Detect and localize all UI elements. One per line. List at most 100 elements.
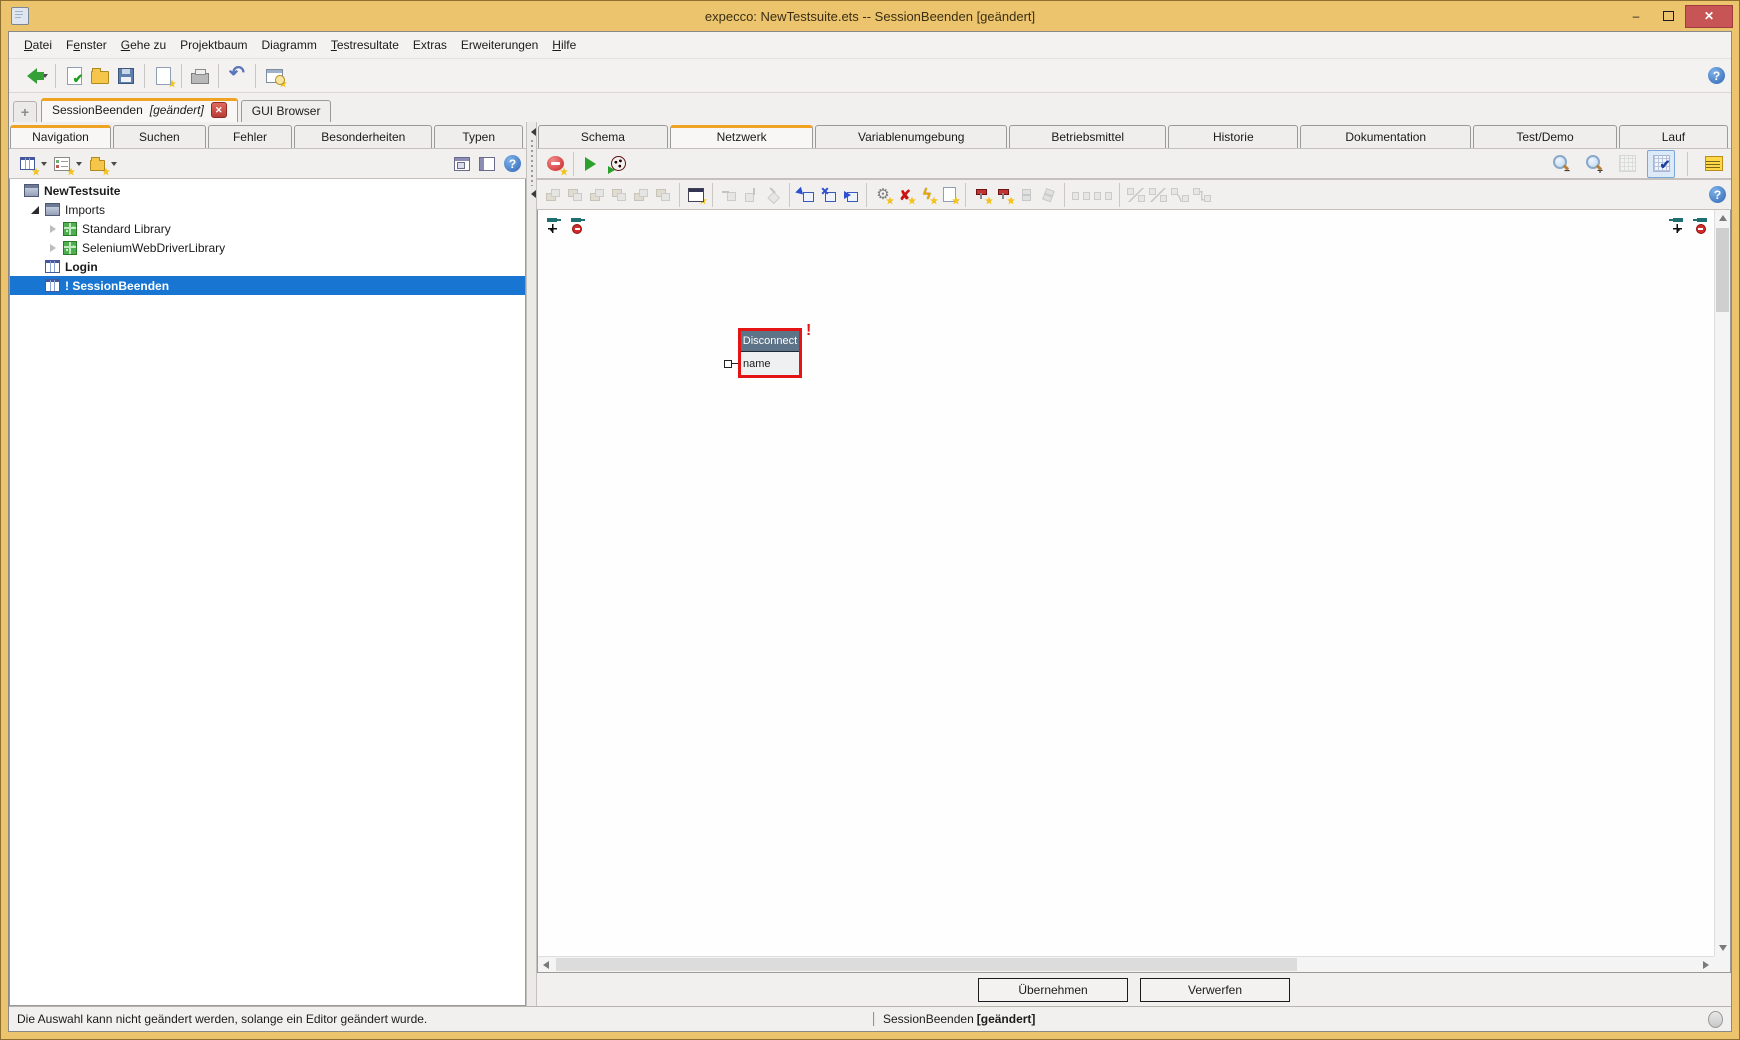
menu-testresultate[interactable]: Testresultate <box>324 34 406 56</box>
resize-grip-icon[interactable] <box>1708 1011 1723 1028</box>
menu-erweiterungen[interactable]: Erweiterungen <box>454 34 545 56</box>
tab-fehler[interactable]: Fehler <box>208 125 292 148</box>
tab-betriebsmittel[interactable]: Betriebsmittel <box>1009 125 1166 148</box>
line-orthogonal-icon[interactable] <box>1191 184 1213 206</box>
tab-dokumentation[interactable]: Dokumentation <box>1300 125 1471 148</box>
close-tab-icon[interactable]: ✕ <box>211 102 227 118</box>
maximize-button[interactable] <box>1653 6 1683 27</box>
tree-item-sessionbeenden[interactable]: ! SessionBeenden <box>10 276 525 295</box>
menu-projektbaum[interactable]: Projektbaum <box>173 34 254 56</box>
expander-open-icon[interactable] <box>30 205 40 215</box>
verwerfen-button[interactable]: Verwerfen <box>1140 978 1290 1002</box>
align-bottom-icon[interactable] <box>608 184 630 206</box>
tab-sessionbeenden[interactable]: SessionBeenden [geändert] ✕ <box>41 98 238 122</box>
align-right-icon[interactable] <box>564 184 586 206</box>
zoom-in-icon[interactable]: + <box>1581 151 1607 177</box>
uebernehmen-button[interactable]: Übernehmen <box>978 978 1128 1002</box>
move-out-icon[interactable] <box>762 184 784 206</box>
tree-view-dropdown-icon[interactable] <box>41 162 47 169</box>
print-button[interactable] <box>187 63 213 89</box>
close-button[interactable]: ✕ <box>1685 5 1733 28</box>
menu-datei[interactable]: Datei <box>17 34 59 56</box>
title-bar[interactable]: expecco: NewTestsuite.ets -- SessionBeen… <box>1 1 1739 31</box>
tab-navigation[interactable]: Navigation <box>10 125 111 148</box>
node-disconnect[interactable]: Disconnect name <box>738 328 802 378</box>
back-button[interactable] <box>15 63 41 89</box>
horizontal-scroll-thumb[interactable] <box>556 958 1297 971</box>
pin-move-icon[interactable] <box>546 216 562 234</box>
tab-besonderheiten[interactable]: Besonderheiten <box>294 125 432 148</box>
list-view-new-icon[interactable] <box>49 151 75 177</box>
tab-typen[interactable]: Typen <box>434 125 523 148</box>
align-left-icon[interactable] <box>542 184 564 206</box>
menu-extras[interactable]: Extras <box>406 34 454 56</box>
grid-icon[interactable] <box>1614 151 1640 177</box>
menu-gehe-zu[interactable]: Gehe zu <box>114 34 173 56</box>
pin-move-icon[interactable] <box>1668 216 1684 234</box>
new-document-icon[interactable] <box>938 184 960 206</box>
run-icon[interactable] <box>579 151 605 177</box>
line-diagonal-1-icon[interactable] <box>1125 184 1147 206</box>
scroll-up-icon[interactable] <box>1719 215 1727 221</box>
help-icon[interactable]: ? <box>1709 186 1726 203</box>
folder-dropdown-icon[interactable] <box>111 162 117 169</box>
input-pin-port[interactable] <box>724 360 738 367</box>
tree-item-login[interactable]: Login <box>10 257 525 276</box>
trigger-icon[interactable]: ϟ <box>916 184 938 206</box>
scroll-left-icon[interactable] <box>543 961 549 969</box>
tab-suchen[interactable]: Suchen <box>113 125 206 148</box>
tab-test-demo[interactable]: Test/Demo <box>1473 125 1617 148</box>
connector-rotate-icon[interactable] <box>1037 184 1059 206</box>
debug-icon[interactable] <box>605 151 631 177</box>
snap-to-grid-icon[interactable]: ✔ <box>1647 150 1675 178</box>
tab-lauf[interactable]: Lauf <box>1619 125 1728 148</box>
new-window-button[interactable] <box>150 63 176 89</box>
menu-hilfe[interactable]: Hilfe <box>545 34 583 56</box>
tree-item-standard-library[interactable]: Standard Library <box>10 219 525 238</box>
open-folder-button[interactable] <box>87 63 113 89</box>
connector-vertical-icon[interactable] <box>1015 184 1037 206</box>
pin-block-icon[interactable] <box>570 216 586 234</box>
save-button[interactable] <box>113 63 139 89</box>
line-diagonal-2-icon[interactable] <box>1147 184 1169 206</box>
menu-diagramm[interactable]: Diagramm <box>255 34 324 56</box>
menu-fenster[interactable]: Fenster <box>59 34 114 56</box>
tree-item-newtestsuite[interactable]: NewTestsuite <box>10 181 525 200</box>
new-attribute-icon[interactable]: ⚙ <box>872 184 894 206</box>
tree-view-new-icon[interactable] <box>14 151 40 177</box>
open-window-icon[interactable] <box>454 157 470 171</box>
tab-variablenumgebung[interactable]: Variablenumgebung <box>815 125 1007 148</box>
add-step-window-icon[interactable] <box>795 184 817 206</box>
accept-document-button[interactable]: ✔ <box>61 63 87 89</box>
annotations-icon[interactable] <box>1700 151 1726 177</box>
pin-block-icon[interactable] <box>1692 216 1708 234</box>
expander-closed-icon[interactable] <box>48 243 58 253</box>
insert-window-icon[interactable] <box>839 184 861 206</box>
list-view-dropdown-icon[interactable] <box>76 162 82 169</box>
collapse-left-icon[interactable] <box>527 190 536 198</box>
tab-gui-browser[interactable]: GUI Browser <box>241 100 332 122</box>
collapse-left-icon[interactable] <box>527 128 536 136</box>
tree-item-imports[interactable]: Imports <box>10 200 525 219</box>
vertical-scroll-thumb[interactable] <box>1716 228 1729 312</box>
delete-attribute-icon[interactable]: ✘ <box>894 184 916 206</box>
split-view-icon[interactable] <box>479 157 495 171</box>
align-v-center-icon[interactable] <box>652 184 674 206</box>
tree-item-seleniumwebdriverlibrary[interactable]: SeleniumWebDriverLibrary <box>10 238 525 257</box>
minimize-button[interactable]: – <box>1621 6 1651 27</box>
line-curved-icon[interactable] <box>1169 184 1191 206</box>
undo-button[interactable]: ↶ <box>224 63 250 89</box>
tab-schema[interactable]: Schema <box>538 125 668 148</box>
move-down-icon[interactable] <box>740 184 762 206</box>
vertical-scrollbar[interactable] <box>1714 210 1730 956</box>
scroll-right-icon[interactable] <box>1703 961 1709 969</box>
node-title[interactable]: Disconnect <box>741 331 799 352</box>
network-canvas[interactable]: Disconnect name ! <box>538 210 1714 956</box>
horizontal-scrollbar[interactable] <box>538 956 1714 972</box>
align-h-center-icon[interactable] <box>630 184 652 206</box>
add-input-pin-icon[interactable] <box>971 184 993 206</box>
add-output-pin-icon[interactable] <box>993 184 1015 206</box>
scroll-down-icon[interactable] <box>1719 945 1727 951</box>
add-tab-button[interactable]: + <box>13 101 37 122</box>
move-into-icon[interactable] <box>718 184 740 206</box>
